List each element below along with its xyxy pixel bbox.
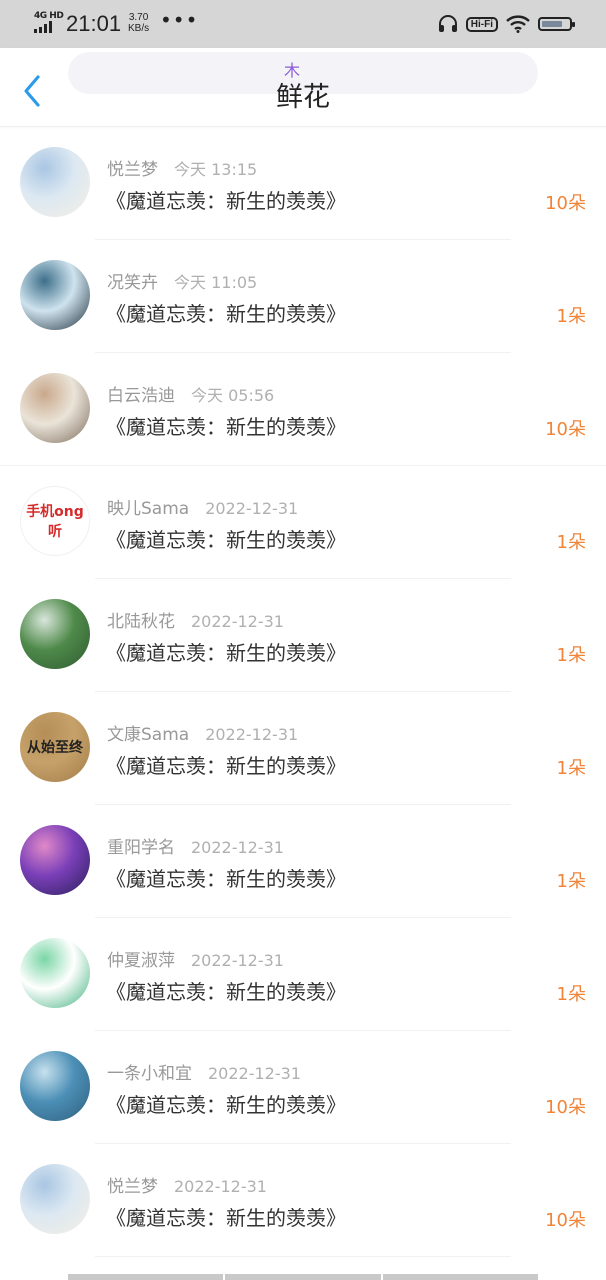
avatar[interactable] bbox=[20, 147, 90, 217]
user-name[interactable]: 悦兰梦 bbox=[107, 160, 158, 180]
book-title[interactable]: 《魔道忘羡：新生的羡羡》 bbox=[106, 863, 346, 892]
user-meta: 白云浩迪 今天 05:56 bbox=[107, 381, 274, 406]
flower-count: 1朵 bbox=[556, 306, 586, 327]
avatar[interactable]: 从始至终 bbox=[20, 712, 90, 782]
list-item[interactable]: 仲夏淑萍 2022-12-31 《魔道忘羡：新生的羡羡》 1朵 bbox=[0, 918, 606, 1031]
avatar-label: 从始至终 bbox=[27, 740, 83, 756]
signal-icon bbox=[34, 21, 58, 33]
user-name[interactable]: 一条小和宜 bbox=[107, 1064, 192, 1084]
wifi-icon bbox=[506, 15, 530, 33]
timestamp: 2022-12-31 bbox=[205, 725, 299, 744]
timestamp: 2022-12-31 bbox=[191, 951, 284, 970]
book-title[interactable]: 《魔道忘羡：新生的羡羡》 bbox=[106, 1089, 346, 1118]
list-item[interactable]: 白云浩迪 今天 05:56 《魔道忘羡：新生的羡羡》 10朵 bbox=[0, 353, 606, 466]
flower-count: 10朵 bbox=[545, 193, 586, 214]
timestamp: 今天 05:56 bbox=[191, 386, 275, 405]
avatar[interactable] bbox=[20, 938, 90, 1008]
book-title[interactable]: 《魔道忘羡：新生的羡羡》 bbox=[106, 976, 346, 1005]
timestamp: 今天 13:15 bbox=[174, 160, 258, 179]
timestamp: 2022-12-31 bbox=[174, 1177, 267, 1196]
book-title[interactable]: 《魔道忘羡：新生的羡羡》 bbox=[106, 637, 346, 666]
nav-bar: 木 鲜花 bbox=[0, 48, 606, 127]
user-name[interactable]: 重阳学名 bbox=[107, 838, 175, 858]
avatar[interactable] bbox=[20, 1164, 90, 1234]
page-title: 鲜花 bbox=[276, 82, 330, 113]
user-name[interactable]: 北陆秋花 bbox=[107, 612, 175, 632]
flower-count: 10朵 bbox=[545, 1210, 586, 1231]
flower-count: 1朵 bbox=[556, 758, 586, 779]
headphones-icon bbox=[438, 15, 457, 32]
avatar[interactable]: 手机ong听 bbox=[20, 486, 90, 556]
battery-icon bbox=[538, 17, 575, 31]
net-speed-value: 3.70 bbox=[128, 12, 149, 23]
book-title[interactable]: 《魔道忘羡：新生的羡羡》 bbox=[106, 185, 346, 214]
user-meta: 一条小和宜 2022-12-31 bbox=[107, 1059, 301, 1084]
avatar[interactable] bbox=[20, 260, 90, 330]
timestamp: 2022-12-31 bbox=[191, 612, 284, 631]
book-title[interactable]: 《魔道忘羡：新生的羡羡》 bbox=[106, 1202, 346, 1231]
avatar[interactable] bbox=[20, 599, 90, 669]
avatar[interactable] bbox=[20, 1051, 90, 1121]
book-title[interactable]: 《魔道忘羡：新生的羡羡》 bbox=[106, 750, 346, 779]
user-meta: 文康Sama 2022-12-31 bbox=[107, 720, 298, 745]
avatar[interactable] bbox=[20, 825, 90, 895]
user-name[interactable]: 文康Sama bbox=[107, 725, 189, 745]
list-item[interactable]: 重阳学名 2022-12-31 《魔道忘羡：新生的羡羡》 1朵 bbox=[0, 805, 606, 918]
user-name[interactable]: 映儿Sama bbox=[107, 499, 189, 519]
next-item-peek bbox=[68, 1274, 538, 1280]
status-right: Hi-Fi bbox=[438, 11, 575, 37]
user-meta: 悦兰梦 今天 13:15 bbox=[107, 155, 257, 180]
list-item[interactable]: 悦兰梦 今天 13:15 《魔道忘羡：新生的羡羡》 10朵 bbox=[0, 127, 606, 240]
flower-count: 10朵 bbox=[545, 419, 586, 440]
status-bar: 4G HD 21:01 3.70 KB/s ••• Hi-Fi bbox=[0, 0, 606, 48]
flower-count: 1朵 bbox=[556, 871, 586, 892]
book-title[interactable]: 《魔道忘羡：新生的羡羡》 bbox=[106, 298, 346, 327]
timestamp: 今天 11:05 bbox=[174, 273, 258, 292]
clock: 21:01 bbox=[66, 11, 122, 36]
hifi-badge: Hi-Fi bbox=[465, 16, 498, 32]
net-speed: 3.70 KB/s bbox=[128, 12, 149, 34]
list-item[interactable]: 一条小和宜 2022-12-31 《魔道忘羡：新生的羡羡》 10朵 bbox=[0, 1031, 606, 1144]
book-title[interactable]: 《魔道忘羡：新生的羡羡》 bbox=[106, 524, 346, 553]
battery-level bbox=[542, 21, 562, 27]
flower-count: 10朵 bbox=[545, 1097, 586, 1118]
user-meta: 悦兰梦 2022-12-31 bbox=[107, 1172, 267, 1197]
flower-count: 1朵 bbox=[556, 645, 586, 666]
timestamp: 2022-12-31 bbox=[191, 838, 284, 857]
list-item[interactable]: 悦兰梦 2022-12-31 《魔道忘羡：新生的羡羡》 10朵 bbox=[0, 1144, 606, 1257]
book-title[interactable]: 《魔道忘羡：新生的羡羡》 bbox=[106, 411, 346, 440]
user-meta: 重阳学名 2022-12-31 bbox=[107, 833, 284, 858]
list-item[interactable]: 手机ong听 映儿Sama 2022-12-31 《魔道忘羡：新生的羡羡》 1朵 bbox=[0, 466, 606, 579]
more-notifications-icon: ••• bbox=[160, 8, 199, 32]
timestamp: 2022-12-31 bbox=[205, 499, 299, 518]
user-meta: 映儿Sama 2022-12-31 bbox=[107, 494, 298, 519]
net-speed-unit: KB/s bbox=[128, 23, 150, 34]
list-item[interactable]: 从始至终 文康Sama 2022-12-31 《魔道忘羡：新生的羡羡》 1朵 bbox=[0, 692, 606, 805]
flower-count: 1朵 bbox=[556, 532, 586, 553]
flower-count: 1朵 bbox=[556, 984, 586, 1005]
user-name[interactable]: 白云浩迪 bbox=[107, 386, 175, 406]
list-item[interactable]: 况笑卉 今天 11:05 《魔道忘羡：新生的羡羡》 1朵 bbox=[0, 240, 606, 353]
user-name[interactable]: 况笑卉 bbox=[107, 273, 158, 293]
user-name[interactable]: 仲夏淑萍 bbox=[107, 951, 175, 971]
flower-gift-list: 悦兰梦 今天 13:15 《魔道忘羡：新生的羡羡》 10朵 况笑卉 今天 11:05… bbox=[0, 127, 606, 1257]
user-meta: 北陆秋花 2022-12-31 bbox=[107, 607, 284, 632]
avatar-label: 手机ong听 bbox=[26, 504, 84, 540]
network-type: 4G HD bbox=[34, 11, 64, 21]
divider bbox=[95, 1256, 511, 1257]
avatar[interactable] bbox=[20, 373, 90, 443]
list-item[interactable]: 北陆秋花 2022-12-31 《魔道忘羡：新生的羡羡》 1朵 bbox=[0, 579, 606, 692]
user-meta: 况笑卉 今天 11:05 bbox=[107, 268, 257, 293]
user-name[interactable]: 悦兰梦 bbox=[107, 1177, 158, 1197]
user-meta: 仲夏淑萍 2022-12-31 bbox=[107, 946, 284, 971]
timestamp: 2022-12-31 bbox=[208, 1064, 301, 1083]
